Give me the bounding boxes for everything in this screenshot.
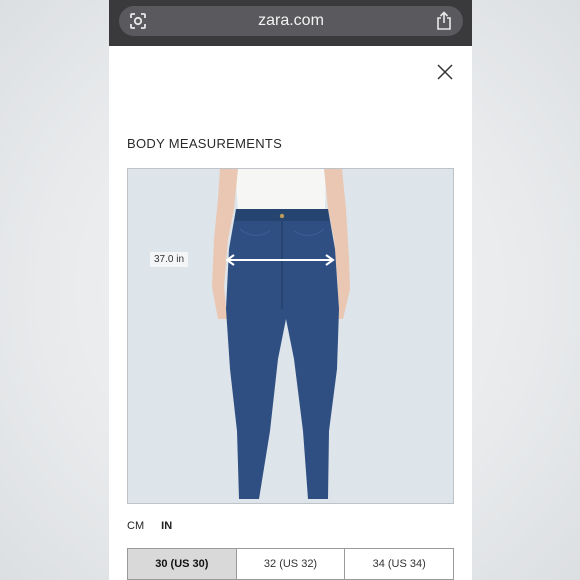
model-illustration — [212, 169, 350, 499]
unit-in[interactable]: IN — [161, 520, 172, 532]
waist-measurement-label: 37.0 in — [150, 252, 189, 267]
unit-cm[interactable]: CM — [127, 520, 144, 532]
share-icon[interactable] — [435, 11, 453, 31]
modal-title: BODY MEASUREMENTS — [127, 136, 283, 151]
close-icon[interactable] — [437, 64, 453, 80]
phone-screen: zara.com BODY MEASUREMENTS 37.0 in CM IN… — [109, 0, 472, 580]
address-bar[interactable]: zara.com — [119, 6, 463, 36]
browser-toolbar: zara.com — [109, 0, 472, 46]
measurement-image: 37.0 in — [127, 168, 454, 504]
size-option-34[interactable]: 34 (US 34) — [344, 549, 454, 579]
size-option-30[interactable]: 30 (US 30) — [128, 549, 236, 579]
size-selector: 30 (US 30) 32 (US 32) 34 (US 34) — [127, 548, 454, 580]
size-option-32[interactable]: 32 (US 32) — [235, 549, 345, 579]
unit-toggle: CM IN — [127, 520, 186, 532]
url-text[interactable]: zara.com — [119, 6, 463, 36]
